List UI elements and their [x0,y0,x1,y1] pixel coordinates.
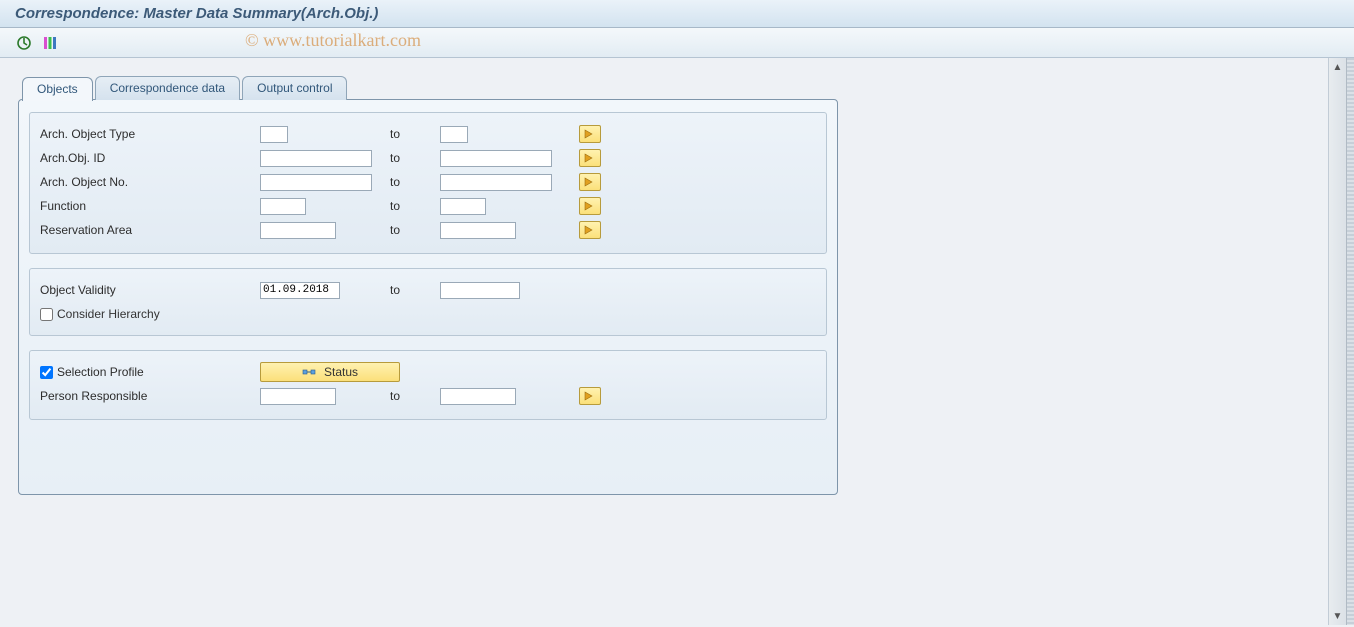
content-area: Objects Correspondence data Output contr… [0,58,1328,625]
group-selection-profile: Selection Profile Status [29,350,827,420]
label-arch-object-no: Arch. Object No. [40,175,260,189]
row-arch-object-type: Arch. Object Type to [40,123,816,145]
tab-objects[interactable]: Objects [22,77,93,101]
window-title-text: Correspondence: Master Data Summary(Arch… [15,5,378,22]
scroll-down-icon[interactable]: ▼ [1331,609,1345,623]
label-arch-obj-id: Arch.Obj. ID [40,151,260,165]
group-selection-criteria: Arch. Object Type to Arch.Obj. ID to Arc… [29,112,827,254]
tab-output-control[interactable]: Output control [242,76,347,100]
scroll-up-icon[interactable]: ▲ [1331,60,1345,74]
row-object-validity: Object Validity to [40,279,816,301]
label-function: Function [40,199,260,213]
multi-select-button[interactable] [579,125,601,143]
variants-icon[interactable] [41,34,59,52]
multi-select-button[interactable] [579,197,601,215]
multi-select-button[interactable] [579,387,601,405]
tab-label: Output control [257,81,332,95]
row-person-responsible: Person Responsible to [40,385,816,407]
to-label: to [390,175,440,189]
row-selection-profile: Selection Profile Status [40,361,816,383]
tab-label: Objects [37,82,78,96]
arch-object-type-from-input[interactable] [260,126,288,143]
arch-object-type-to-input[interactable] [440,126,468,143]
group-validity: Object Validity to Consider Hierarchy [29,268,827,336]
row-consider-hierarchy: Consider Hierarchy [40,303,816,325]
multi-select-button[interactable] [579,173,601,191]
arch-object-no-to-input[interactable] [440,174,552,191]
label-arch-object-type: Arch. Object Type [40,127,260,141]
to-label: to [390,389,440,403]
arch-obj-id-to-input[interactable] [440,150,552,167]
toolbar [0,28,1354,58]
label-reservation-area: Reservation Area [40,223,260,237]
to-label: to [390,283,440,297]
person-responsible-to-input[interactable] [440,388,516,405]
consider-hierarchy-checkbox[interactable] [40,308,53,321]
reservation-area-to-input[interactable] [440,222,516,239]
execute-icon[interactable] [15,34,33,52]
to-label: to [390,223,440,237]
row-function: Function to [40,195,816,217]
person-responsible-from-input[interactable] [260,388,336,405]
to-label: to [390,199,440,213]
label-consider-hierarchy: Consider Hierarchy [57,307,160,321]
tab-correspondence-data[interactable]: Correspondence data [95,76,240,100]
tab-panel-objects: Arch. Object Type to Arch.Obj. ID to Arc… [18,99,838,495]
reservation-area-from-input[interactable] [260,222,336,239]
multi-select-button[interactable] [579,221,601,239]
tab-label: Correspondence data [110,81,225,95]
resize-handle[interactable] [1346,58,1354,625]
object-validity-from-input[interactable] [260,282,340,299]
to-label: to [390,127,440,141]
object-validity-to-input[interactable] [440,282,520,299]
selection-profile-checkbox[interactable] [40,366,53,379]
row-reservation-area: Reservation Area to [40,219,816,241]
status-button-label: Status [324,365,358,379]
label-selection-profile: Selection Profile [57,365,144,379]
vertical-scrollbar[interactable]: ▲ ▼ [1328,58,1346,625]
arch-object-no-from-input[interactable] [260,174,372,191]
row-arch-object-no: Arch. Object No. to [40,171,816,193]
app-body: Objects Correspondence data Output contr… [0,58,1354,625]
arch-obj-id-from-input[interactable] [260,150,372,167]
to-label: to [390,151,440,165]
status-button[interactable]: Status [260,362,400,382]
row-arch-obj-id: Arch.Obj. ID to [40,147,816,169]
window-title: Correspondence: Master Data Summary(Arch… [0,0,1354,28]
function-to-input[interactable] [440,198,486,215]
tab-strip: Objects Correspondence data Output contr… [22,76,1316,100]
status-flow-icon [302,365,316,379]
multi-select-button[interactable] [579,149,601,167]
label-object-validity: Object Validity [40,283,260,297]
label-person-responsible: Person Responsible [40,389,260,403]
function-from-input[interactable] [260,198,306,215]
